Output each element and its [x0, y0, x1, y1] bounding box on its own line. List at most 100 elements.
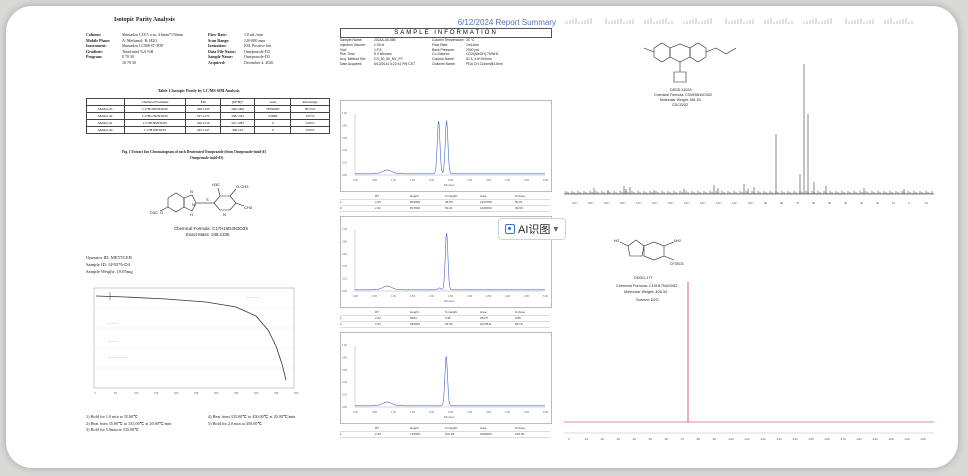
nmr2-axis-tick: -100 [728, 437, 734, 441]
peak-cell: 50.41 [445, 206, 453, 210]
x-tick-label: 2.50 [448, 410, 454, 414]
peak-cell: 2.40 [375, 432, 381, 436]
sample-info-value: 2024A-05-086 [374, 38, 396, 42]
table-header-cell: [M+H]+ [219, 98, 256, 106]
sample-info-value: 1mL/min [466, 42, 480, 47]
param-value: Omeprazole-D3 [244, 48, 270, 54]
y-tick-label: 0.00 [342, 405, 348, 409]
param-value: A: Methanol; B: H2O [122, 37, 157, 43]
peak-header-cell: % Area [515, 194, 525, 198]
structure-mass: Exact Mass: 348.1335 [186, 232, 230, 237]
peak-cell: 28177 [480, 316, 489, 320]
scan-icon [505, 224, 515, 234]
table-row: Methyl-d0 C17H19N3O3S 345.1147 346.122 0 0.00… [86, 126, 330, 134]
peak-cell: 1 [340, 432, 342, 436]
y-tick-label: 0.80 [342, 239, 348, 243]
chevron-down-icon[interactable]: ▾ [553, 224, 558, 235]
tga-annotation-c: — — — [108, 339, 118, 343]
table-cell: 348.1345 [219, 112, 256, 120]
sample-info-value: 1.00 ul [374, 42, 385, 47]
table-cell: Methyl-d1 [86, 119, 125, 127]
nmr1-axis-tick: 100 [748, 201, 753, 205]
sample-info-value: CS_50_50_ML_FF [374, 57, 403, 62]
nmr2-axis-tick: -40 [632, 437, 636, 441]
nmr2-axis-tick: -120 [760, 437, 766, 441]
struct-label-h3c: H3C [212, 182, 220, 187]
nmr1-axis-tick: 180 [620, 201, 625, 205]
tga-info-label: Sample Weight: [86, 269, 117, 274]
tga-info-value: METTLER [110, 255, 132, 260]
table-cell: 0.00% [290, 119, 330, 127]
figure-caption: Fig. 1 Extract Ion Chromatogram of each … [122, 150, 266, 154]
param-value: 10 70 30 [122, 59, 136, 65]
tga-notes-right: 4) Heat from 335.00℃ to 450.00℃ at 20.00… [208, 414, 295, 427]
peak-header-cell: % Height [445, 194, 458, 198]
nmr2-axis-tick: -180 [856, 437, 862, 441]
table-cell: 0 [254, 119, 292, 127]
param-label: Column: [86, 32, 102, 37]
sample-info-value: 2000 psi [466, 47, 479, 52]
tga-tick: 400 [254, 391, 259, 395]
params-left: Column: Shimadzu C18 5 u m, 4.6mm*150mm Mo… [86, 32, 206, 65]
params-right: Flow Rate: 1.0 mL/min Scan Range: 120-800 a… [208, 32, 328, 65]
nmr1-axis-tick: 80 [780, 201, 784, 205]
tga-tick: 200 [174, 391, 179, 395]
struct-label-n3: N [192, 202, 195, 207]
peak-cell: 49.59 [445, 200, 453, 204]
table-cell: C17H19N3O3S [123, 126, 187, 134]
tga-note: 5) Hold for 2.0 min at 450.00℃ [208, 420, 263, 426]
peak-cell: 99.15 [515, 322, 523, 326]
struct-label-n: N [190, 189, 193, 194]
peak-cell: 100.00 [445, 432, 455, 436]
x-axis-label: Minutes [444, 299, 455, 303]
x-tick-label: 2.50 [448, 178, 454, 182]
table-cell: 346.1210 [185, 119, 221, 127]
peak-header-cell: % Area [515, 310, 525, 314]
peak-cell: 1206000 [480, 206, 492, 210]
nmr1-axis-tick: 70 [796, 201, 800, 205]
table-header-cell: Chemical Formulae [123, 98, 187, 106]
table-cell: 349.1408 [219, 105, 256, 113]
table-cell: 0 [254, 126, 292, 134]
tga-info-value: 10.05mg [116, 269, 133, 274]
figure-caption-2: Omeprazole-imid-d3) [190, 156, 224, 160]
struct-label-o: O [160, 210, 163, 215]
table-cell: 52868 [254, 112, 292, 120]
nmr2-axis-tick: -90 [712, 437, 716, 441]
peak-cell: 817000 [410, 206, 421, 210]
param-label: Data File Name: [208, 48, 236, 54]
tga-annotation-a: — — — — [246, 295, 260, 299]
ai-image-recognition-button[interactable]: AI识图 ▾ [498, 218, 566, 240]
peak-table-2: RT Height % Height Area % Area 1 2.22 9004 0.95 2… [340, 310, 550, 328]
nmr2-axis-tick: -50 [648, 437, 652, 441]
nmr1-axis-tick: 190 [604, 201, 609, 205]
peak-header-cell: RT [375, 426, 379, 430]
y-tick-label: 1.00 [342, 343, 348, 347]
peak-cell: 50.01 [515, 200, 523, 204]
chromatogram-trace [355, 356, 545, 407]
table-cell: 348.1335 [185, 105, 221, 113]
param-value: Shimadzu LCMS-IT-TOF [122, 43, 164, 48]
param-row: 10 70 30 [86, 60, 206, 66]
tga-notes-left: 1) Hold for 1.0 min at 35.00℃ 2) Heat fro… [86, 414, 171, 434]
nmr2-axis-tick: -10 [584, 437, 588, 441]
tga-tick: 350 [234, 391, 239, 395]
nmr1-axis-tick: 90 [764, 201, 768, 205]
x-tick-label: 3.00 [467, 178, 473, 182]
table-header-cell: EM [185, 98, 221, 106]
x-tick-label: 4.00 [505, 294, 511, 298]
struct-label-n2: N [223, 212, 226, 217]
table-cell: C17H16D3N3O3S [123, 105, 187, 113]
y-tick-label: 0.20 [342, 393, 348, 397]
chromatogram-trace [355, 232, 545, 291]
peak-cell: 9004 [410, 316, 417, 320]
tga-tick: 0 [94, 391, 96, 395]
peak-cell: 100.00 [515, 432, 525, 436]
nmr2-struct-label-nh2: NH2 [674, 239, 681, 243]
peak-cell: 3272511 [480, 322, 492, 326]
param-label: Program: [86, 54, 103, 59]
peak-header-cell [340, 194, 375, 199]
table-cell: 347.1273 [185, 112, 221, 120]
param-row: Acquired: December 4, 2020 [208, 60, 328, 66]
y-tick-label: 0.80 [342, 123, 348, 127]
